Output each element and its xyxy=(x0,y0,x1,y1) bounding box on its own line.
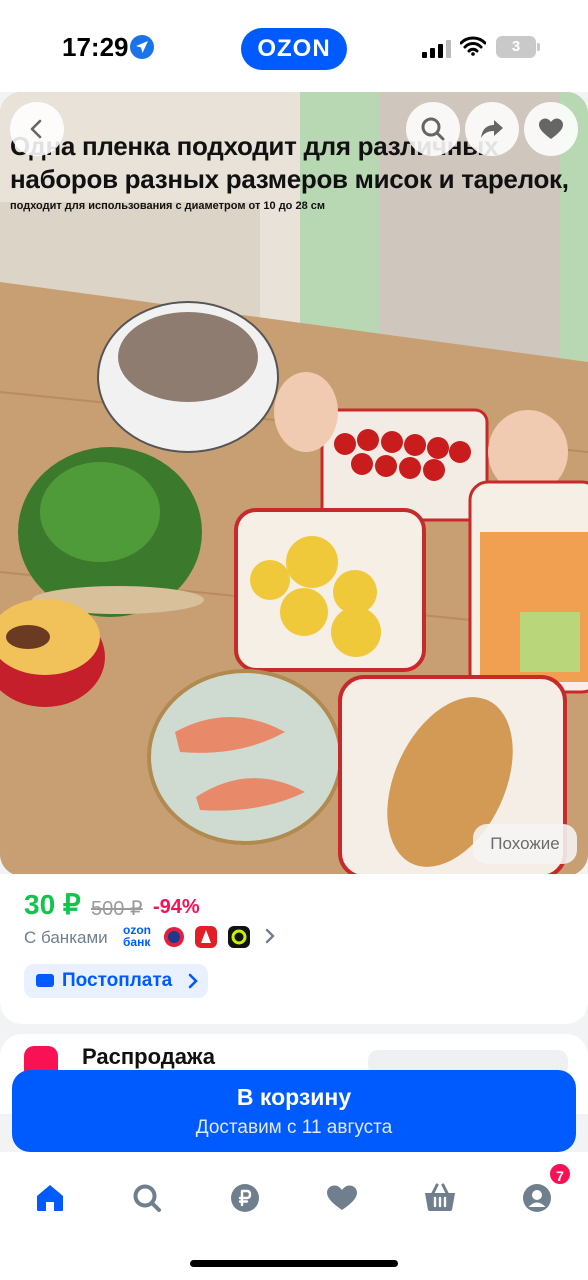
back-icon xyxy=(30,119,42,139)
basket-icon xyxy=(425,1183,455,1211)
product-image[interactable]: Одна пленка подходит для различных набор… xyxy=(0,92,588,876)
similar-button[interactable]: Похожие xyxy=(473,824,577,864)
ozon-bank-line2: банк xyxy=(123,935,151,949)
product-page: 17:29 OZON 3 Одна пленка подходит для ра… xyxy=(0,0,588,1280)
share-button[interactable] xyxy=(465,102,519,156)
favorite-button[interactable] xyxy=(524,102,578,156)
heart-icon xyxy=(539,118,563,139)
status-bar: 17:29 OZON 3 xyxy=(0,0,588,92)
chevron-right-icon[interactable] xyxy=(265,928,275,949)
postpay-button[interactable]: Постоплата xyxy=(24,964,208,998)
bank-logo-icon xyxy=(228,926,250,948)
battery-indicator: 3 xyxy=(496,36,540,58)
share-icon xyxy=(481,120,503,138)
nav-home[interactable] xyxy=(30,1178,70,1218)
add-to-cart-label: В корзину xyxy=(236,1084,352,1110)
status-time: 17:29 xyxy=(62,32,129,62)
search-button[interactable] xyxy=(406,102,460,156)
discount-badge: -94% xyxy=(153,896,200,918)
nav-cart[interactable] xyxy=(420,1178,460,1218)
price-card: 30 ₽ 500 ₽ -94% С банками ozon банк Пост… xyxy=(0,874,588,1024)
search-icon xyxy=(421,117,445,141)
nav-finance[interactable] xyxy=(225,1178,265,1218)
ozon-bank-logo: ozon банк xyxy=(123,924,151,948)
heart-icon xyxy=(327,1185,357,1210)
old-price: 500 ₽ xyxy=(91,898,143,920)
postpay-label: Постоплата xyxy=(62,970,173,991)
nav-profile[interactable] xyxy=(517,1178,557,1218)
profile-icon xyxy=(523,1184,551,1212)
ozon-logo[interactable]: OZON xyxy=(241,28,347,70)
bank-logo-icon xyxy=(163,926,185,948)
current-price: 30 ₽ xyxy=(24,889,81,920)
location-arrow-icon xyxy=(130,35,154,59)
hero-subtitle: подходит для использования с диаметром о… xyxy=(10,200,326,212)
sale-label: Распродажа xyxy=(82,1044,216,1069)
back-button[interactable] xyxy=(10,102,64,156)
home-icon xyxy=(37,1185,63,1211)
profile-badge: 7 xyxy=(548,1162,572,1186)
banks-label[interactable]: С банками xyxy=(24,928,108,948)
bottom-nav: 7 xyxy=(0,1152,588,1280)
home-indicator xyxy=(190,1260,398,1267)
chevron-right-icon xyxy=(188,970,198,994)
bank-logo-icon xyxy=(195,926,217,948)
add-to-cart-button[interactable]: В корзину Доставим с 11 августа xyxy=(12,1070,576,1152)
nav-search[interactable] xyxy=(127,1178,167,1218)
wallet-icon xyxy=(36,974,54,987)
delivery-date: Доставим с 11 августа xyxy=(195,1117,393,1138)
search-icon xyxy=(133,1184,161,1212)
ruble-icon xyxy=(231,1184,259,1212)
wifi-icon xyxy=(459,36,487,61)
cellular-signal-icon xyxy=(422,38,452,58)
nav-favorites[interactable] xyxy=(322,1178,362,1218)
